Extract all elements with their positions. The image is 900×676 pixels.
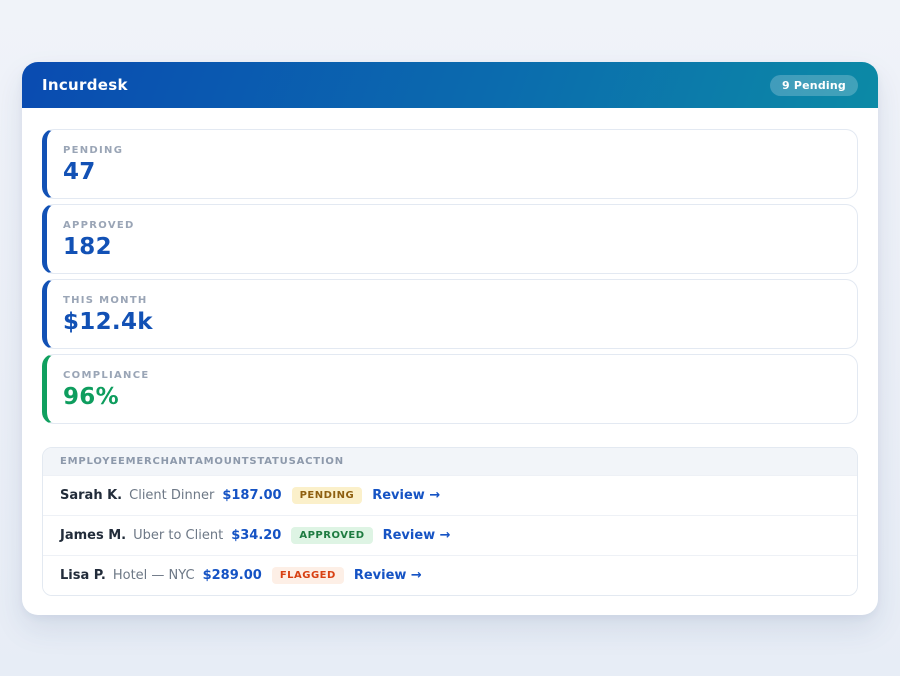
table-row: James M. Uber to Client $34.20 APPROVED … xyxy=(43,515,857,555)
expenses-table: EMPLOYEEMERCHANTAMOUNTSTATUSACTION Sarah… xyxy=(42,447,858,596)
stat-card-this-month: THIS MONTH $12.4k xyxy=(42,279,858,349)
column-header-amount: AMOUNT xyxy=(195,456,249,467)
review-link[interactable]: Review → xyxy=(383,528,451,543)
merchant-name: Client Dinner xyxy=(129,488,214,503)
stat-value: $12.4k xyxy=(63,309,841,335)
employee-name: Sarah K. xyxy=(60,488,122,503)
merchant-name: Hotel — NYC xyxy=(113,568,195,583)
review-link[interactable]: Review → xyxy=(372,488,440,503)
employee-name: James M. xyxy=(60,528,126,543)
review-link[interactable]: Review → xyxy=(354,568,422,583)
column-header-merchant: MERCHANT xyxy=(126,456,196,467)
column-header-employee: EMPLOYEE xyxy=(60,456,126,467)
app-header: Incurdesk 9 Pending xyxy=(22,62,878,108)
dashboard-body: PENDING 47 APPROVED 182 THIS MONTH $12.4… xyxy=(22,108,878,596)
column-header-action: ACTION xyxy=(297,456,344,467)
status-badge: PENDING xyxy=(292,487,363,504)
table-header-row: EMPLOYEEMERCHANTAMOUNTSTATUSACTION xyxy=(43,448,857,475)
status-badge: APPROVED xyxy=(291,527,372,544)
expense-dashboard-card: Incurdesk 9 Pending PENDING 47 APPROVED … xyxy=(22,62,878,615)
stat-label: COMPLIANCE xyxy=(63,370,841,381)
pending-count-badge: 9 Pending xyxy=(770,75,858,96)
employee-name: Lisa P. xyxy=(60,568,106,583)
stat-label: THIS MONTH xyxy=(63,295,841,306)
expense-amount: $34.20 xyxy=(231,528,281,543)
status-badge: FLAGGED xyxy=(272,567,344,584)
merchant-name: Uber to Client xyxy=(133,528,223,543)
table-row: Lisa P. Hotel — NYC $289.00 FLAGGED Revi… xyxy=(43,555,857,595)
table-row: Sarah K. Client Dinner $187.00 PENDING R… xyxy=(43,475,857,515)
app-title: Incurdesk xyxy=(42,76,128,94)
stat-card-pending: PENDING 47 xyxy=(42,129,858,199)
column-header-status: STATUS xyxy=(249,456,296,467)
stat-label: APPROVED xyxy=(63,220,841,231)
expense-amount: $187.00 xyxy=(222,488,281,503)
stat-value: 47 xyxy=(63,159,841,185)
stat-card-compliance: COMPLIANCE 96% xyxy=(42,354,858,424)
stat-card-approved: APPROVED 182 xyxy=(42,204,858,274)
expense-amount: $289.00 xyxy=(203,568,262,583)
stat-value: 182 xyxy=(63,234,841,260)
stat-value: 96% xyxy=(63,384,841,410)
stat-label: PENDING xyxy=(63,145,841,156)
